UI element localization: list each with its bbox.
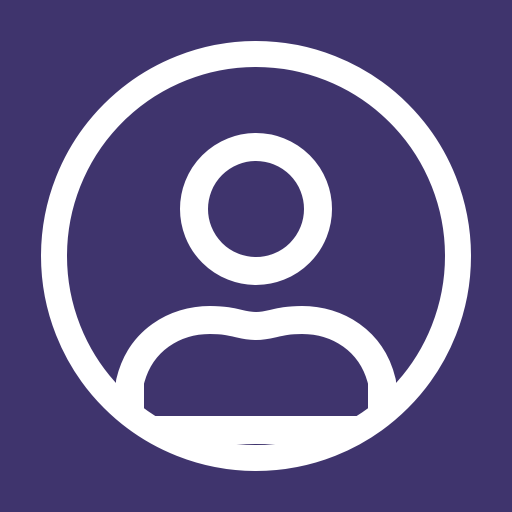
user-account-icon-tile bbox=[0, 0, 512, 512]
user-account-icon bbox=[0, 0, 512, 512]
